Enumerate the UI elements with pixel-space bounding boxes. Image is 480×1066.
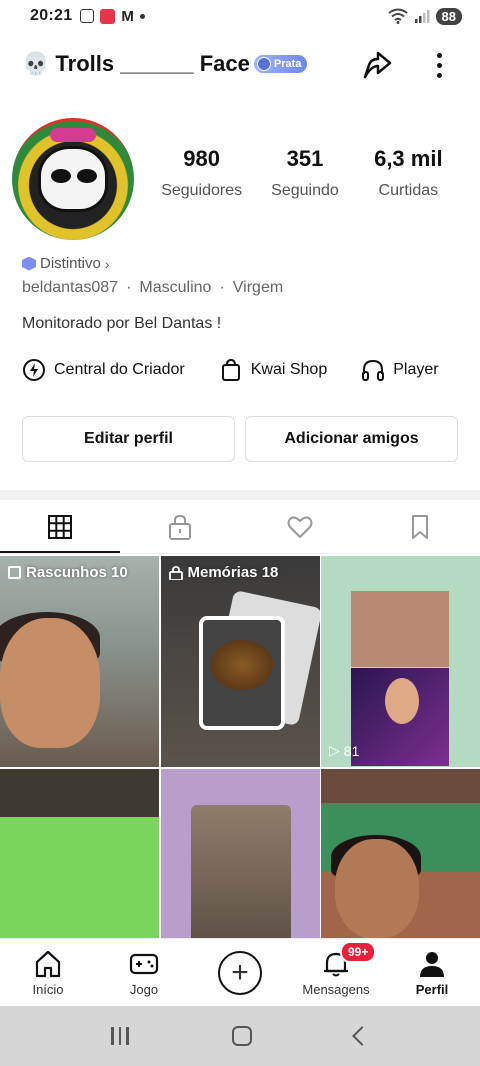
grid-item-drafts[interactable]: Rascunhos 10 bbox=[0, 556, 159, 767]
nav-home[interactable]: Início bbox=[0, 939, 96, 1006]
app-notification-icon bbox=[100, 8, 116, 24]
mail-icon: M bbox=[121, 7, 134, 25]
add-friends-button[interactable]: Adicionar amigos bbox=[245, 416, 458, 462]
link-kwai-shop[interactable]: Kwai Shop bbox=[219, 356, 328, 384]
section-divider bbox=[0, 490, 480, 500]
tab-posts[interactable] bbox=[0, 500, 120, 553]
more-notifications-icon bbox=[139, 13, 145, 19]
lightning-icon bbox=[23, 359, 45, 381]
screenshot-icon bbox=[80, 9, 95, 23]
grid-item-video[interactable] bbox=[160, 769, 320, 938]
grid-item-video[interactable] bbox=[321, 769, 480, 938]
stat-label: Seguindo bbox=[271, 182, 339, 199]
hexagon-icon bbox=[22, 256, 36, 271]
status-bar: 20:21 M 88 bbox=[0, 0, 480, 32]
back-icon[interactable] bbox=[351, 1026, 372, 1046]
stat-value: 6,3 mil bbox=[374, 146, 443, 171]
level-badge[interactable]: Prata bbox=[253, 55, 308, 73]
stat-label: Seguidores bbox=[161, 182, 243, 199]
nav-label: Início bbox=[32, 981, 64, 997]
stat-likes[interactable]: 6,3 mil Curtidas bbox=[357, 146, 460, 200]
play-icon: ▷ bbox=[329, 742, 340, 758]
system-navigation bbox=[0, 1006, 480, 1066]
nav-game[interactable]: Jogo bbox=[96, 939, 192, 1006]
distintivo-label: Distintivo bbox=[40, 255, 101, 272]
grid-item-video[interactable]: ▷ 81 bbox=[321, 556, 480, 767]
nav-label: Mensagens bbox=[302, 981, 370, 997]
tab-saved[interactable] bbox=[360, 500, 480, 553]
badge-label: Prata bbox=[273, 58, 302, 70]
drafts-icon bbox=[8, 566, 21, 579]
avatar[interactable] bbox=[12, 118, 134, 240]
stat-value: 980 bbox=[183, 146, 221, 171]
more-options-icon[interactable] bbox=[426, 48, 452, 82]
wifi-icon bbox=[387, 8, 408, 24]
profile-header: 💀 Trolls ______ Face Prata bbox=[0, 40, 480, 88]
tab-liked[interactable] bbox=[240, 500, 360, 553]
profile-stats: 980 Seguidores 351 Seguindo 6,3 mil Curt… bbox=[150, 146, 460, 200]
notification-icons: M bbox=[80, 8, 145, 25]
battery-indicator: 88 bbox=[435, 7, 462, 25]
shopping-bag-icon bbox=[221, 358, 240, 381]
stat-label: Curtidas bbox=[378, 182, 439, 199]
zodiac-sign: Virgem bbox=[232, 279, 284, 296]
username: beldantas087 bbox=[22, 279, 119, 296]
distintivo-link[interactable]: Distintivo › bbox=[22, 255, 110, 272]
home-button-icon[interactable] bbox=[231, 1026, 252, 1046]
drafts-label: Rascunhos 10 bbox=[8, 564, 128, 581]
separator-dot: · bbox=[126, 279, 132, 296]
memories-label: Memórias 18 bbox=[168, 564, 279, 581]
chevron-right-icon: › bbox=[104, 255, 110, 272]
drafts-count: Rascunhos 10 bbox=[26, 564, 128, 581]
stat-value: 351 bbox=[286, 146, 324, 171]
quick-links: Central do Criador Kwai Shop Player bbox=[22, 356, 473, 384]
video-grid: Rascunhos 10 Memórias 18 ▷ 81 bbox=[0, 556, 480, 938]
play-count-value: 81 bbox=[343, 742, 360, 759]
status-time: 20:21 bbox=[30, 7, 73, 24]
profile-name: Trolls ______ Face bbox=[55, 51, 250, 76]
signal-icon bbox=[414, 10, 430, 23]
play-count: ▷ 81 bbox=[329, 742, 359, 759]
plus-icon: + bbox=[218, 950, 262, 995]
stat-followers[interactable]: 980 Seguidores bbox=[150, 146, 253, 200]
bottom-navigation: Início Jogo + 99+ Mensagens Perfil bbox=[0, 938, 480, 1006]
profile-meta: beldantas087 · Masculino · Virgem bbox=[22, 279, 283, 297]
link-creator-center[interactable]: Central do Criador bbox=[22, 356, 185, 384]
tab-private[interactable] bbox=[120, 500, 240, 553]
notification-badge: 99+ bbox=[340, 941, 377, 963]
grid-item-video[interactable] bbox=[0, 769, 159, 938]
nav-profile[interactable]: Perfil bbox=[384, 939, 480, 1006]
bookmark-icon bbox=[412, 514, 428, 539]
share-icon[interactable] bbox=[360, 48, 394, 82]
nav-label: Jogo bbox=[129, 981, 159, 997]
nav-label: Perfil bbox=[415, 981, 449, 997]
nav-create[interactable]: + bbox=[192, 939, 288, 1006]
gamepad-icon bbox=[129, 953, 159, 974]
edit-profile-button[interactable]: Editar perfil bbox=[22, 416, 235, 462]
memories-count: Memórias 18 bbox=[187, 564, 279, 581]
recent-apps-icon[interactable] bbox=[111, 1027, 129, 1045]
badge-icon bbox=[256, 57, 271, 71]
profile-bio: Monitorado por Bel Dantas ! bbox=[22, 315, 222, 332]
person-icon bbox=[420, 951, 444, 977]
content-tabs bbox=[0, 500, 480, 554]
avatar-mask bbox=[50, 128, 96, 142]
skull-emoji: 💀 bbox=[22, 51, 50, 76]
headphones-icon bbox=[362, 359, 385, 381]
grid-item-memories[interactable]: Memórias 18 bbox=[160, 556, 320, 767]
separator-dot: · bbox=[219, 279, 225, 296]
link-label: Central do Criador bbox=[54, 361, 185, 378]
heart-icon bbox=[287, 515, 313, 538]
avatar-face bbox=[38, 146, 108, 212]
nav-messages[interactable]: 99+ Mensagens bbox=[288, 939, 384, 1006]
gender: Masculino bbox=[139, 279, 212, 296]
lock-icon bbox=[168, 565, 183, 580]
link-label: Kwai Shop bbox=[250, 361, 328, 378]
stat-following[interactable]: 351 Seguindo bbox=[253, 146, 356, 200]
link-player[interactable]: Player bbox=[361, 356, 439, 384]
home-icon bbox=[35, 950, 61, 977]
link-label: Player bbox=[393, 361, 439, 378]
lock-icon bbox=[169, 514, 191, 540]
grid-icon bbox=[48, 514, 72, 539]
